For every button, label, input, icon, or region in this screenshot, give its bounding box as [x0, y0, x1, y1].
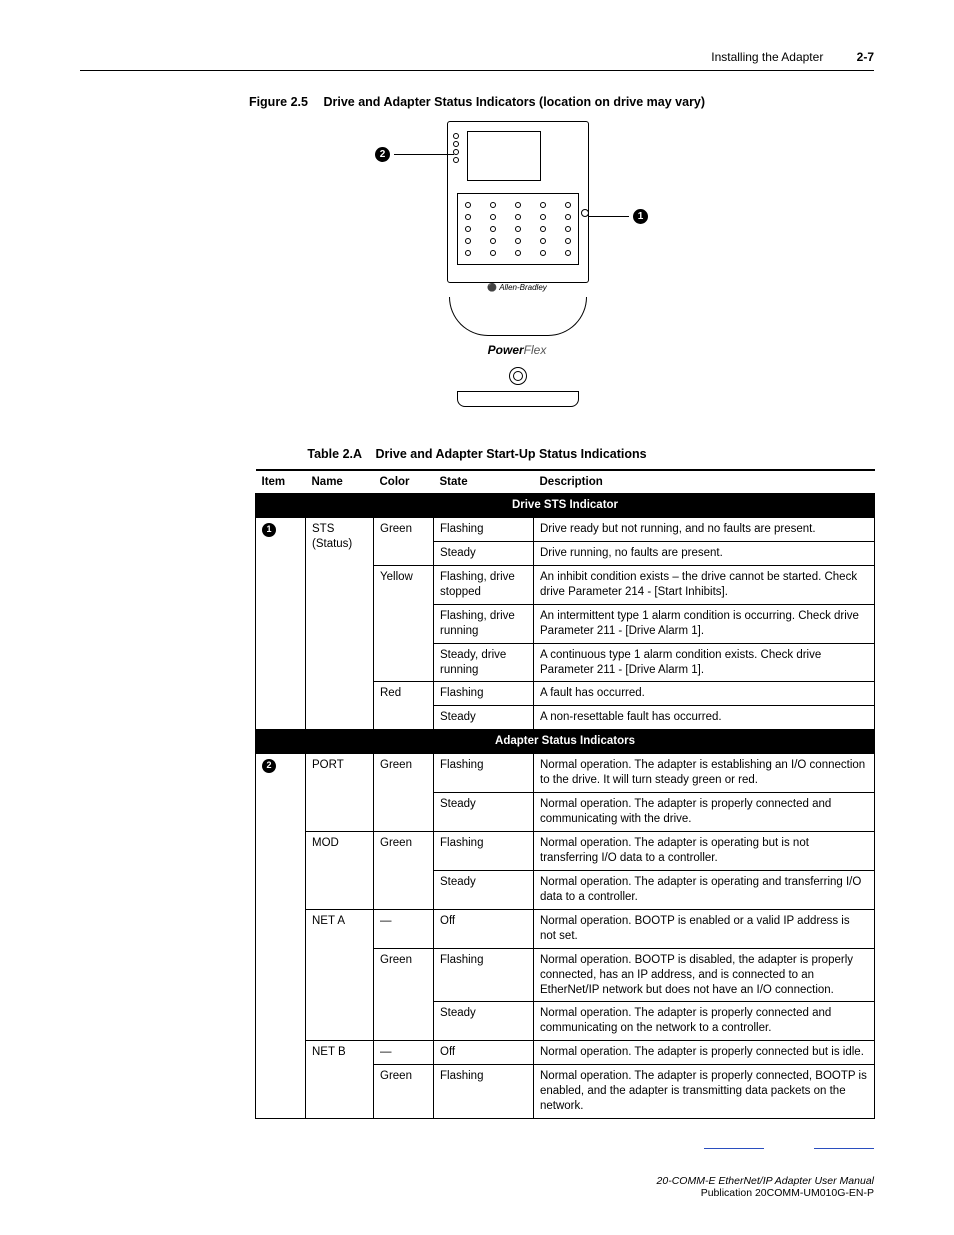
cell-color: Green: [374, 948, 434, 1041]
cell-desc: A non-resettable fault has occurred.: [534, 706, 875, 730]
header-section: Installing the Adapter: [711, 50, 823, 64]
table-row: NET A — Off Normal operation. BOOTP is e…: [256, 909, 875, 948]
cell-state: Steady: [434, 706, 534, 730]
brand-label: ⚫Allen-Bradley: [457, 283, 577, 292]
cell-desc: A continuous type 1 alarm condition exis…: [534, 643, 875, 682]
figure-wrap: ⚫Allen-Bradley PowerFlex 1 2: [80, 121, 874, 421]
cell-desc: Normal operation. The adapter is properl…: [534, 1002, 875, 1041]
cell-desc: Drive running, no faults are present.: [534, 541, 875, 565]
th-state: State: [434, 470, 534, 494]
cell-state: Off: [434, 1041, 534, 1065]
th-name: Name: [306, 470, 374, 494]
table-row: 2 PORT Green Flashing Normal operation. …: [256, 754, 875, 793]
drive-diagram: ⚫Allen-Bradley PowerFlex 1 2: [357, 121, 597, 421]
cell-color: Green: [374, 754, 434, 832]
cell-state: Flashing: [434, 948, 534, 1002]
cell-desc: A fault has occurred.: [534, 682, 875, 706]
figure-title: Drive and Adapter Status Indicators (loc…: [323, 95, 705, 109]
cell-color: Yellow: [374, 565, 434, 682]
status-table: Item Name Color State Description Drive …: [255, 469, 875, 1119]
cell-desc: Normal operation. BOOTP is enabled or a …: [534, 909, 875, 948]
cell-color: Green: [374, 517, 434, 565]
cell-state: Steady: [434, 541, 534, 565]
footer-line2: Publication 20COMM-UM010G-EN-P: [657, 1187, 874, 1199]
cell-state: Flashing, drive stopped: [434, 565, 534, 604]
table-number: Table 2.A: [307, 447, 362, 461]
device-base: [457, 391, 579, 407]
product-label: PowerFlex: [457, 343, 577, 357]
cell-desc: Normal operation. BOOTP is disabled, the…: [534, 948, 875, 1002]
cell-name: NET B: [306, 1041, 374, 1119]
callout-2: 2: [375, 147, 454, 162]
side-led: [581, 209, 589, 217]
cell-color: Green: [374, 832, 434, 910]
table-row: 1 STS(Status) Green Flashing Drive ready…: [256, 517, 875, 541]
cell-color: Green: [374, 1065, 434, 1119]
figure-caption: Figure 2.5 Drive and Adapter Status Indi…: [80, 95, 874, 109]
page: Installing the Adapter 2-7 Figure 2.5 Dr…: [0, 0, 954, 1235]
figure-number: Figure 2.5: [249, 95, 308, 109]
bezel-curve: [449, 297, 587, 336]
table-caption: Table 2.A Drive and Adapter Start-Up Sta…: [80, 447, 874, 461]
callout-1: 1: [589, 209, 648, 224]
cell-state: Steady: [434, 793, 534, 832]
cell-desc: Normal operation. The adapter is properl…: [534, 793, 875, 832]
cell-state: Flashing: [434, 517, 534, 541]
th-color: Color: [374, 470, 434, 494]
cell-state: Flashing, drive running: [434, 604, 534, 643]
table-row: MOD Green Flashing Normal operation. The…: [256, 832, 875, 871]
cell-state: Flashing: [434, 1065, 534, 1119]
cell-state: Flashing: [434, 832, 534, 871]
cell-state: Off: [434, 909, 534, 948]
cell-desc: Normal operation. The adapter is properl…: [534, 1041, 875, 1065]
cell-state: Steady: [434, 870, 534, 909]
th-desc: Description: [534, 470, 875, 494]
cell-name: NET A: [306, 909, 374, 1041]
device-screen: [467, 131, 541, 181]
footer-rule: [704, 1148, 874, 1149]
cell-desc: An intermittent type 1 alarm condition i…: [534, 604, 875, 643]
cell-state: Flashing: [434, 754, 534, 793]
cell-desc: Drive ready but not running, and no faul…: [534, 517, 875, 541]
header-page: 2-7: [857, 50, 874, 64]
cell-desc: Normal operation. The adapter is operati…: [534, 832, 875, 871]
page-header: Installing the Adapter 2-7: [80, 50, 874, 71]
table-row: NET B — Off Normal operation. The adapte…: [256, 1041, 875, 1065]
cell-item: 2: [256, 754, 306, 1119]
cell-desc: Normal operation. The adapter is properl…: [534, 1065, 875, 1119]
cell-state: Flashing: [434, 682, 534, 706]
cell-state: Steady, drive running: [434, 643, 534, 682]
page-footer: 20-COMM-E EtherNet/IP Adapter User Manua…: [657, 1175, 874, 1199]
cell-desc: Normal operation. The adapter is establi…: [534, 754, 875, 793]
th-item: Item: [256, 470, 306, 494]
table-title: Drive and Adapter Start-Up Status Indica…: [376, 447, 647, 461]
cell-desc: An inhibit condition exists – the drive …: [534, 565, 875, 604]
footer-line1: 20-COMM-E EtherNet/IP Adapter User Manua…: [657, 1175, 874, 1187]
cell-color: —: [374, 909, 434, 948]
table-header-row: Item Name Color State Description: [256, 470, 875, 494]
cell-color: Red: [374, 682, 434, 730]
device-keypad: [457, 193, 579, 265]
cell-name: PORT: [306, 754, 374, 832]
cell-name: MOD: [306, 832, 374, 910]
cell-name: STS(Status): [306, 517, 374, 729]
port-icon: [509, 367, 527, 385]
cell-item: 1: [256, 517, 306, 729]
cell-desc: Normal operation. The adapter is operati…: [534, 870, 875, 909]
cell-state: Steady: [434, 1002, 534, 1041]
section-row: Adapter Status Indicators: [256, 730, 875, 754]
cell-color: —: [374, 1041, 434, 1065]
section-row: Drive STS Indicator: [256, 494, 875, 518]
